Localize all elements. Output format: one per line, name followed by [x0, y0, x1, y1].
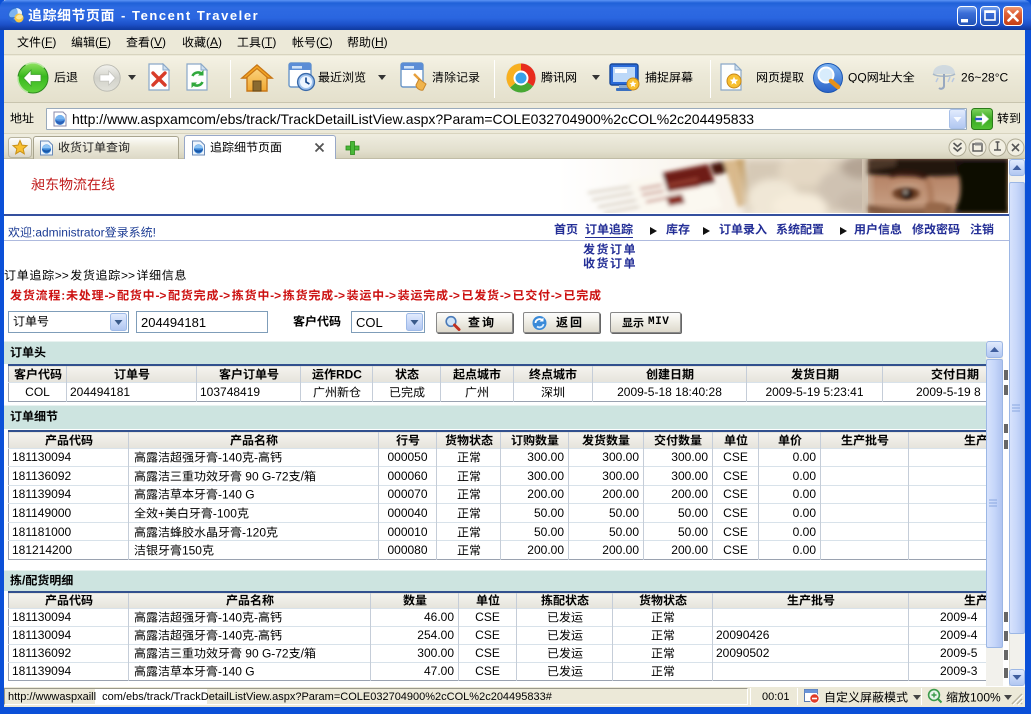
svg-text:°C: °C — [995, 71, 1008, 83]
svg-text:QQ: QQ — [848, 71, 867, 83]
svg-text:150: 150 — [182, 544, 202, 556]
svg-text:>>: >> — [55, 269, 69, 281]
svg-text:-140: -140 — [218, 451, 242, 463]
svg-text:-140: -140 — [218, 629, 242, 641]
svg-text:-100: -100 — [213, 507, 237, 519]
svg-text:/: / — [301, 647, 305, 659]
svg-text:-: - — [254, 629, 258, 641]
svg-text:->: -> — [385, 289, 396, 301]
svg-text:->: -> — [270, 289, 281, 301]
svg-text:-120: -120 — [242, 526, 266, 538]
svg-text:-140 G: -140 G — [218, 488, 255, 500]
svg-text:+: + — [158, 507, 165, 519]
svg-text::: : — [61, 289, 65, 301]
svg-text:26~28: 26~28 — [961, 71, 995, 83]
svg-text:->: -> — [449, 289, 460, 301]
svg-text::administrator: :administrator — [32, 226, 105, 238]
svg-text:-140: -140 — [218, 611, 242, 623]
svg-text:RDC: RDC — [335, 368, 361, 380]
svg-text:90 G-72: 90 G-72 — [242, 470, 289, 482]
svg-text:-: - — [254, 451, 258, 463]
svg-text:-140 G: -140 G — [218, 665, 255, 677]
svg-text:/: / — [22, 574, 26, 586]
svg-text:->: -> — [551, 289, 562, 301]
svg-text:->: -> — [104, 289, 115, 301]
svg-text:->: -> — [155, 289, 166, 301]
svg-text:!: ! — [153, 226, 156, 238]
svg-text:->: -> — [219, 289, 230, 301]
svg-text:/: / — [301, 470, 305, 482]
svg-text:>>: >> — [121, 269, 135, 281]
svg-text:-: - — [254, 611, 258, 623]
svg-text:->: -> — [500, 289, 511, 301]
svg-text:100%: 100% — [970, 691, 1001, 703]
svg-text:->: -> — [334, 289, 345, 301]
svg-text:90 G-72: 90 G-72 — [242, 647, 289, 659]
